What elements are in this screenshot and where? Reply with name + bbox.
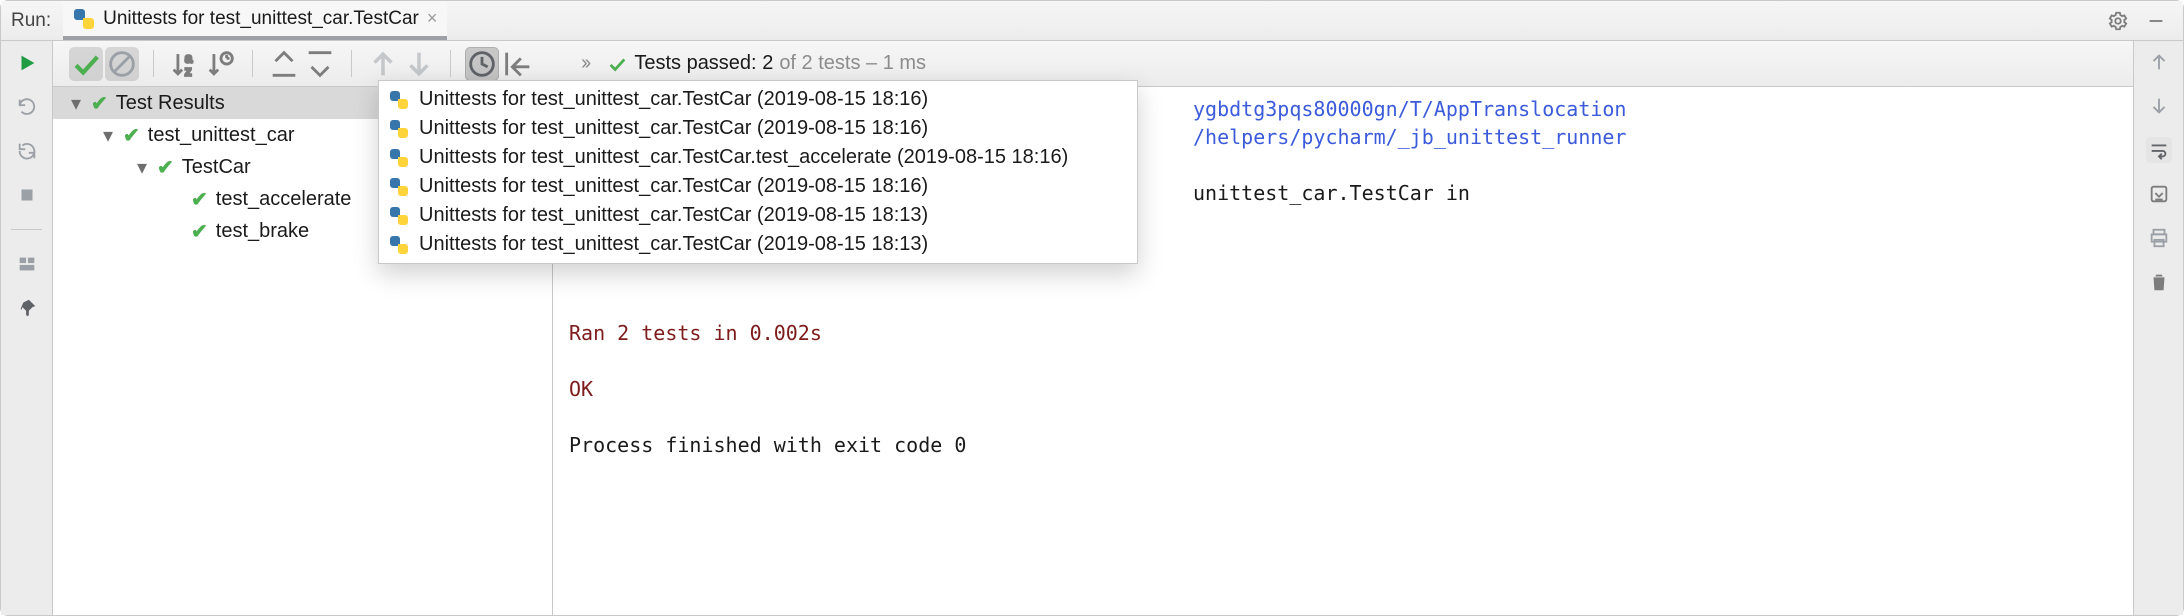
tree-label: test_unittest_car [148,124,295,147]
history-item[interactable]: Unittests for test_unittest_car.TestCar.… [379,143,1137,172]
check-icon [606,53,628,75]
collapse-all-icon[interactable] [303,47,337,81]
previous-icon[interactable] [2146,49,2172,75]
next-icon[interactable] [2146,93,2172,119]
gear-icon[interactable] [2105,8,2131,34]
status-prefix: Tests passed: [634,52,756,74]
chevron-down-icon[interactable]: ▾ [135,155,149,180]
sort-alphabetically-icon[interactable]: az [168,47,202,81]
history-label: Unittests for test_unittest_car.TestCar … [419,117,928,140]
run-config-tab[interactable]: Unittests for test_unittest_car.TestCar … [63,1,447,40]
import-results-icon[interactable] [501,47,535,81]
python-icon [389,119,409,139]
status-count: 2 [762,52,773,74]
left-gutter [1,41,53,615]
history-item[interactable]: Unittests for test_unittest_car.TestCar … [379,230,1137,259]
next-failed-icon[interactable] [402,47,436,81]
history-label: Unittests for test_unittest_car.TestCar.… [419,146,1068,169]
tree-label: TestCar [182,156,251,179]
scroll-to-end-icon[interactable] [2146,181,2172,207]
check-icon: ✔ [191,187,208,212]
rerun-failed-icon[interactable] [13,93,41,121]
python-icon [389,90,409,110]
run-icon[interactable] [13,49,41,77]
chevron-down-icon[interactable]: ▾ [101,123,115,148]
python-icon [73,8,95,30]
tree-label: test_brake [216,220,309,243]
python-icon [389,148,409,168]
history-label: Unittests for test_unittest_car.TestCar … [419,204,928,227]
history-item[interactable]: Unittests for test_unittest_car.TestCar … [379,201,1137,230]
layout-icon[interactable] [13,250,41,278]
check-icon: ✔ [123,123,140,148]
show-passed-icon[interactable] [69,47,103,81]
right-gutter [2133,41,2183,615]
svg-text:z: z [185,63,191,78]
run-label: Run: [11,10,53,32]
check-icon: ✔ [91,91,108,116]
test-history-popup[interactable]: Unittests for test_unittest_car.TestCar … [378,80,1138,264]
minimize-icon[interactable] [2143,8,2169,34]
sort-by-duration-icon[interactable] [204,47,238,81]
show-ignored-icon[interactable] [105,47,139,81]
console-line: Ran 2 tests in 0.002s [569,321,822,345]
tree-label: test_accelerate [216,188,352,211]
status-time: 1 ms [883,52,926,74]
history-item[interactable]: Unittests for test_unittest_car.TestCar … [379,114,1137,143]
chevron-down-icon[interactable]: ▾ [69,91,83,116]
tab-title: Unittests for test_unittest_car.TestCar [103,8,419,30]
trash-icon[interactable] [2146,269,2172,295]
close-icon[interactable]: × [427,8,438,29]
more-icon[interactable]: ›› [581,52,600,75]
test-history-icon[interactable] [465,47,499,81]
history-label: Unittests for test_unittest_car.TestCar … [419,175,928,198]
expand-all-icon[interactable] [267,47,301,81]
check-icon: ✔ [157,155,174,180]
soft-wrap-icon[interactable] [2146,137,2172,163]
tool-window-header: Run: Unittests for test_unittest_car.Tes… [1,1,2183,41]
check-icon: ✔ [191,219,208,244]
previous-failed-icon[interactable] [366,47,400,81]
history-label: Unittests for test_unittest_car.TestCar … [419,233,928,256]
pin-icon[interactable] [13,294,41,322]
toggle-auto-test-icon[interactable] [13,137,41,165]
status-of: of 2 tests [779,52,860,74]
test-status: ›› Tests passed: 2 of 2 tests – 1 ms [547,52,926,75]
tree-label: Test Results [116,92,225,115]
console-line: Process finished with exit code 0 [569,433,966,457]
python-icon [389,235,409,255]
stop-icon[interactable] [13,181,41,209]
history-item[interactable]: Unittests for test_unittest_car.TestCar … [379,85,1137,114]
history-item[interactable]: Unittests for test_unittest_car.TestCar … [379,172,1137,201]
python-icon [389,206,409,226]
console-line: OK [569,377,593,401]
print-icon[interactable] [2146,225,2172,251]
history-label: Unittests for test_unittest_car.TestCar … [419,88,928,111]
python-icon [389,177,409,197]
